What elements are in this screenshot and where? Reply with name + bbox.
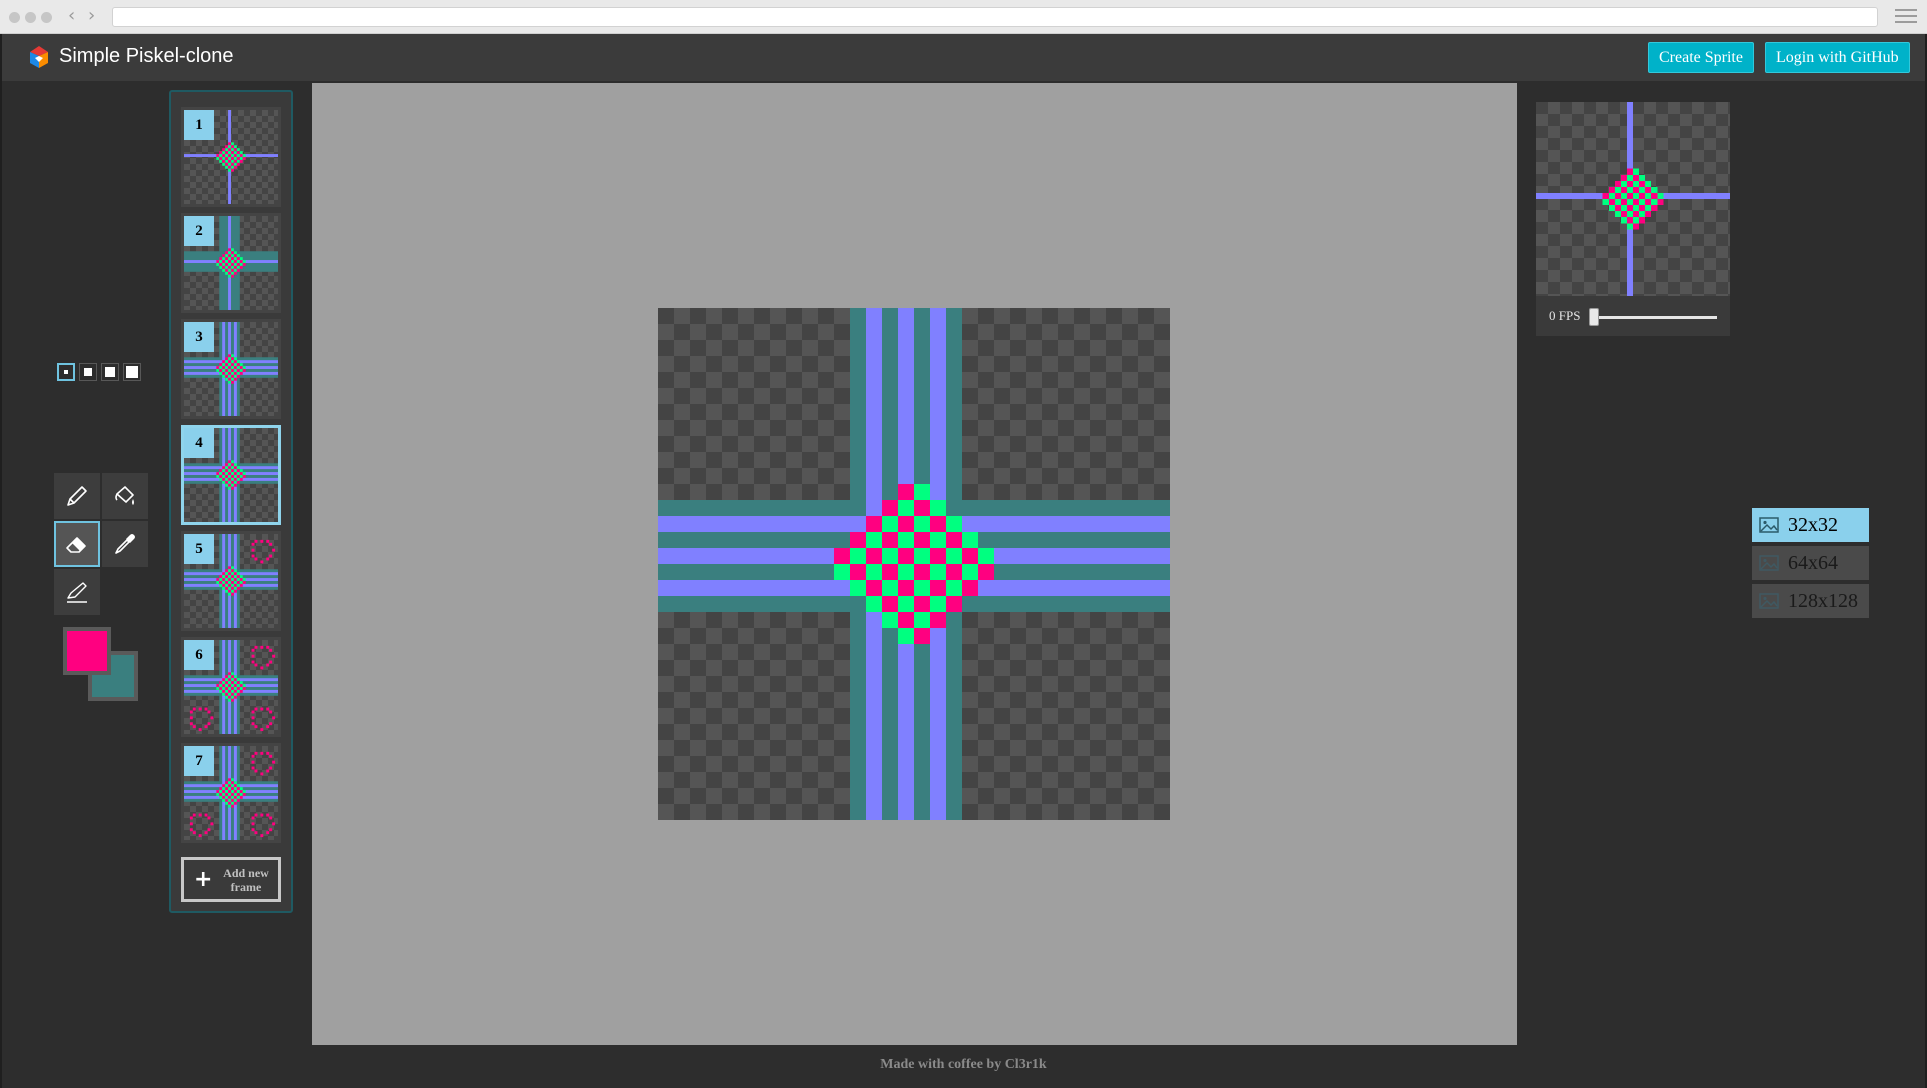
color-picker-tool-button[interactable] — [102, 521, 148, 567]
create-sprite-button[interactable]: Create Sprite — [1648, 42, 1754, 73]
frame-number: 1 — [184, 110, 214, 140]
fps-label: 0 FPS — [1549, 308, 1581, 323]
drawing-canvas[interactable] — [658, 308, 1170, 820]
frames-panel: 1 2 3 4 5 6 7 + Add new frame — [169, 90, 293, 913]
fps-control: 0 FPS — [1536, 296, 1730, 336]
window-minimize-dot[interactable] — [25, 12, 36, 23]
eraser-icon — [66, 537, 86, 553]
browser-toolbar: ‹ › — [0, 0, 1927, 34]
frame-thumbnail[interactable]: 3 — [181, 319, 281, 419]
frame-number: 5 — [184, 534, 214, 564]
image-icon — [1759, 517, 1779, 533]
window-maximize-dot[interactable] — [41, 12, 52, 23]
add-frame-button[interactable]: + Add new frame — [181, 857, 281, 902]
window-close-dot[interactable] — [9, 12, 20, 23]
eraser-tool-button[interactable] — [54, 521, 100, 567]
frame-thumbnail[interactable]: 5 — [181, 531, 281, 631]
size-option-32[interactable]: 32x32 — [1752, 508, 1869, 542]
frame-thumbnail[interactable]: 6 — [181, 637, 281, 737]
frame-thumbnail-active[interactable]: 4 — [181, 425, 281, 525]
back-arrow-icon[interactable]: ‹ — [68, 6, 75, 26]
stroke-pen-icon — [67, 582, 87, 603]
frame-number: 2 — [184, 216, 214, 246]
eyedropper-icon — [115, 534, 135, 554]
app-logo-icon — [30, 46, 48, 68]
pen-size-2[interactable] — [79, 363, 97, 381]
app-header: Simple Piskel-clone Create Sprite Login … — [2, 34, 1925, 81]
preview-sprite — [1536, 102, 1730, 296]
plus-icon: + — [194, 867, 213, 892]
pencil-icon — [67, 486, 87, 506]
frame-thumbnail[interactable]: 7 — [181, 743, 281, 843]
size-option-label: 32x32 — [1788, 513, 1838, 536]
pen-size-1[interactable] — [57, 363, 75, 381]
pen-tool-button[interactable] — [54, 473, 100, 519]
frame-thumbnail[interactable]: 2 — [181, 213, 281, 313]
frame-number: 4 — [184, 428, 214, 458]
forward-arrow-icon[interactable]: › — [88, 6, 95, 26]
login-github-button[interactable]: Login with GitHub — [1765, 42, 1910, 73]
size-option-label: 64x64 — [1788, 551, 1838, 574]
app-title: Simple Piskel-clone — [59, 45, 234, 67]
frame-number: 7 — [184, 746, 214, 776]
stroke-tool-button[interactable] — [54, 569, 100, 615]
paint-bucket-icon — [115, 486, 134, 505]
image-icon — [1759, 555, 1779, 571]
frame-number: 3 — [184, 322, 214, 352]
browser-menu-icon[interactable] — [1895, 9, 1917, 25]
fps-slider-thumb[interactable] — [1589, 308, 1599, 326]
image-icon — [1759, 593, 1779, 609]
size-option-64[interactable]: 64x64 — [1752, 546, 1869, 580]
size-option-128[interactable]: 128x128 — [1752, 584, 1869, 618]
size-option-label: 128x128 — [1788, 589, 1858, 612]
frame-thumbnail[interactable]: 1 — [181, 107, 281, 207]
sprite-art — [658, 308, 1170, 820]
fps-slider-track[interactable] — [1593, 316, 1717, 319]
pen-size-4[interactable] — [123, 363, 141, 381]
animation-preview — [1536, 102, 1730, 296]
address-bar[interactable] — [112, 7, 1878, 27]
add-frame-label: Add new frame — [223, 865, 269, 894]
frame-number: 6 — [184, 640, 214, 670]
paint-bucket-tool-button[interactable] — [102, 473, 148, 519]
canvas-area — [312, 83, 1517, 1045]
pen-size-3[interactable] — [101, 363, 119, 381]
primary-color-swatch[interactable] — [63, 627, 111, 675]
footer-credit: Made with coffee by Cl3r1k — [880, 1057, 1047, 1072]
